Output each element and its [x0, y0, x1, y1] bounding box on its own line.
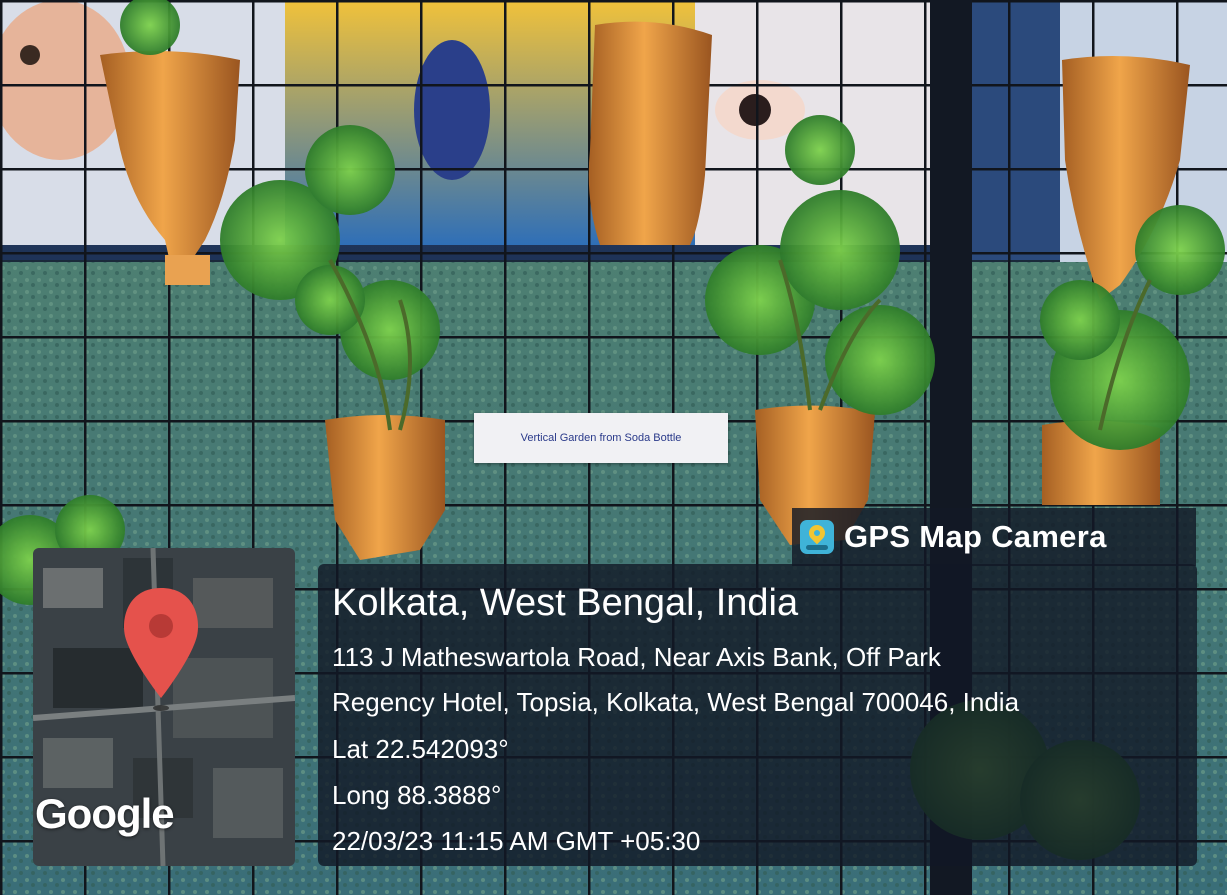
location-title: Kolkata, West Bengal, India — [332, 582, 799, 624]
address-line-2: Regency Hotel, Topsia, Kolkata, West Ben… — [332, 687, 1020, 717]
map-thumbnail: Google — [33, 548, 295, 866]
address-line-1: 113 J Matheswartola Road, Near Axis Bank… — [332, 642, 941, 672]
garden-sign: Vertical Garden from Soda Bottle — [474, 413, 728, 463]
google-logo: Google — [35, 790, 175, 837]
longitude: Long 88.3888° — [332, 780, 502, 810]
timestamp: 22/03/23 11:15 AM GMT +05:30 — [332, 826, 701, 856]
latitude: Lat 22.542093° — [332, 734, 509, 764]
location-info-panel: Kolkata, West Bengal, India 113 J Mathes… — [318, 564, 1197, 866]
garden-sign-text: Vertical Garden from Soda Bottle — [520, 432, 682, 444]
location-stamp: Google Kolkata, West Bengal, India 113 J… — [33, 548, 1197, 868]
